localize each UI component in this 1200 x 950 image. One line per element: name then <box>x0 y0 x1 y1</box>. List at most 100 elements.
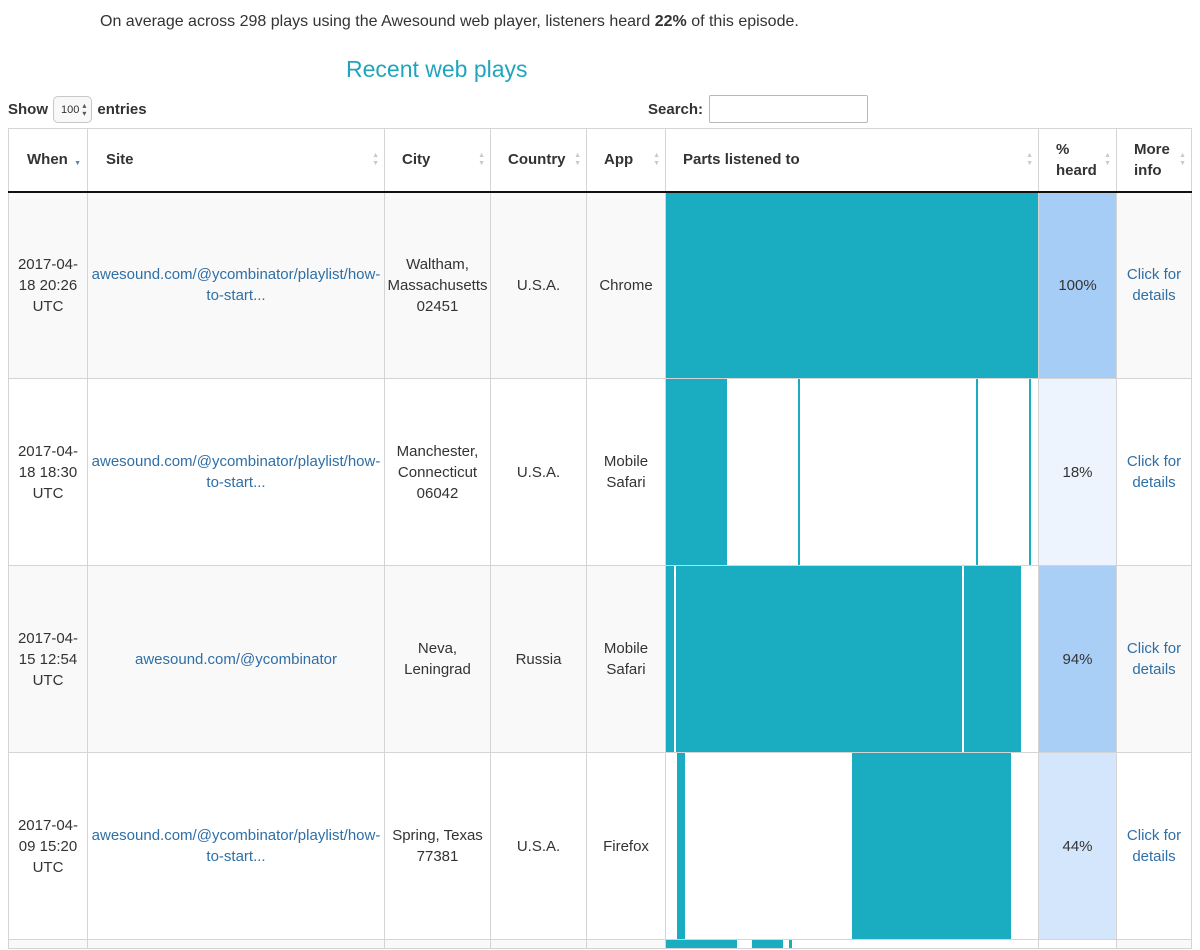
country-cell <box>490 939 587 949</box>
episode-summary: On average across 298 plays using the Aw… <box>100 13 799 31</box>
table-row <box>8 939 1192 949</box>
column-label: City <box>402 151 431 169</box>
listened-segment <box>964 566 1022 752</box>
entries-select-value: 100 <box>61 103 80 116</box>
when-cell <box>8 939 88 949</box>
column-header-country[interactable]: Country ▲ ▼ <box>490 128 587 193</box>
when-cell: 2017-04-18 18:30 UTC <box>8 378 88 566</box>
city-cell: Spring, Texas 77381 <box>384 752 491 940</box>
city-cell: Neva, Leningrad <box>384 565 491 753</box>
table-header-row: When ▲ ▼ Site ▲ ▼ City ▲ ▼ Country ▲ ▼ App ▲… <box>8 128 1192 193</box>
app-cell: Chrome <box>586 191 666 379</box>
click-for-details-link[interactable] <box>1116 939 1192 949</box>
percent-heard-cell <box>1038 939 1117 949</box>
parts-listened-bar <box>665 752 1039 940</box>
entries-label: entries <box>97 101 147 118</box>
search-label: Search: <box>648 100 704 118</box>
parts-bars <box>666 192 1038 378</box>
click-for-details-link[interactable]: Click for details <box>1116 565 1192 753</box>
percent-heard-cell: 18% <box>1038 378 1117 566</box>
app-cell: Mobile Safari <box>586 565 666 753</box>
entries-select[interactable]: 100 ▴ ▾ <box>53 96 93 123</box>
column-label: Country <box>508 151 566 169</box>
search-input[interactable] <box>709 95 869 123</box>
plays-table: When ▲ ▼ Site ▲ ▼ City ▲ ▼ Country ▲ ▼ App ▲… <box>8 128 1192 949</box>
site-link[interactable]: awesound.com/@ycombinator/playlist/how-t… <box>87 191 385 379</box>
click-for-details-link[interactable]: Click for details <box>1116 752 1192 940</box>
sort-icon: ▲ ▼ <box>1026 151 1033 167</box>
sort-icon: ▲ ▼ <box>574 151 581 167</box>
when-cell: 2017-04-09 15:20 UTC <box>8 752 88 940</box>
city-cell <box>384 939 491 949</box>
sort-desc-icon: ▲ ▼ <box>74 151 81 167</box>
column-header-heard[interactable]: % heard ▲ ▼ <box>1038 128 1117 193</box>
country-cell: U.S.A. <box>490 378 587 566</box>
sort-icon: ▲ ▼ <box>653 151 660 167</box>
app-cell <box>586 939 666 949</box>
app-cell: Firefox <box>586 752 666 940</box>
country-cell: U.S.A. <box>490 191 587 379</box>
when-cell: 2017-04-15 12:54 UTC <box>8 565 88 753</box>
listened-segment <box>852 753 1011 939</box>
listened-segment <box>788 940 793 948</box>
listened-segment <box>798 379 800 565</box>
column-header-parts[interactable]: Parts listened to ▲ ▼ <box>665 128 1039 193</box>
click-for-details-link[interactable]: Click for details <box>1116 191 1192 379</box>
entries-length-control: Show 100 ▴ ▾ entries <box>8 96 147 123</box>
parts-listened-bar <box>665 191 1039 379</box>
column-header-city[interactable]: City ▲ ▼ <box>384 128 491 193</box>
click-for-details-link[interactable]: Click for details <box>1116 378 1192 566</box>
recent-plays-heading: Recent web plays <box>346 56 528 82</box>
table-row: 2017-04-18 20:26 UTC awesound.com/@ycomb… <box>8 191 1192 379</box>
site-link[interactable] <box>87 939 385 949</box>
parts-listened-bar <box>665 378 1039 566</box>
listened-segment <box>751 940 784 948</box>
select-arrows-icon: ▴ ▾ <box>82 100 87 118</box>
summary-suffix: of this episode. <box>686 13 799 30</box>
column-header-site[interactable]: Site ▲ ▼ <box>87 128 385 193</box>
when-cell: 2017-04-18 20:26 UTC <box>8 191 88 379</box>
search-control: Search: <box>648 95 869 123</box>
sort-icon: ▲ ▼ <box>1179 151 1186 167</box>
listened-segment <box>677 753 685 939</box>
column-label: More info <box>1134 140 1170 179</box>
column-header-when[interactable]: When ▲ ▼ <box>8 128 88 193</box>
column-label: % heard <box>1056 140 1097 179</box>
parts-bars <box>666 379 1038 565</box>
percent-heard-cell: 100% <box>1038 191 1117 379</box>
column-label: When <box>27 151 68 169</box>
parts-bars <box>666 940 1038 948</box>
site-link[interactable]: awesound.com/@ycombinator <box>87 565 385 753</box>
show-label: Show <box>8 101 48 118</box>
parts-bars <box>666 566 1038 752</box>
sort-icon: ▲ ▼ <box>372 151 379 167</box>
sort-icon: ▲ ▼ <box>1104 151 1111 167</box>
listened-segment <box>666 192 1038 378</box>
site-link[interactable]: awesound.com/@ycombinator/playlist/how-t… <box>87 752 385 940</box>
listened-segment <box>1028 379 1031 565</box>
listened-segment <box>666 940 737 948</box>
site-link[interactable]: awesound.com/@ycombinator/playlist/how-t… <box>87 378 385 566</box>
country-cell: Russia <box>490 565 587 753</box>
listened-segment <box>976 379 979 565</box>
listened-segment <box>666 379 728 565</box>
column-label: Parts listened to <box>683 151 800 169</box>
percent-heard-cell: 94% <box>1038 565 1117 753</box>
city-cell: Manchester, Connecticut 06042 <box>384 378 491 566</box>
column-label: Site <box>106 151 134 169</box>
listened-segment <box>676 566 963 752</box>
table-row: 2017-04-09 15:20 UTC awesound.com/@ycomb… <box>8 752 1192 940</box>
parts-listened-bar <box>665 565 1039 753</box>
column-header-app[interactable]: App ▲ ▼ <box>586 128 666 193</box>
parts-bars <box>666 753 1038 939</box>
table-row: 2017-04-15 12:54 UTC awesound.com/@ycomb… <box>8 565 1192 753</box>
summary-prefix: On average across 298 plays using the Aw… <box>100 13 655 30</box>
table-row: 2017-04-18 18:30 UTC awesound.com/@ycomb… <box>8 378 1192 566</box>
parts-listened-bar <box>665 939 1039 949</box>
listened-segment <box>666 566 674 752</box>
summary-percent: 22% <box>654 13 687 30</box>
app-cell: Mobile Safari <box>586 378 666 566</box>
sort-icon: ▲ ▼ <box>478 151 485 167</box>
column-header-more-info[interactable]: More info ▲ ▼ <box>1116 128 1192 193</box>
column-label: App <box>604 151 634 169</box>
